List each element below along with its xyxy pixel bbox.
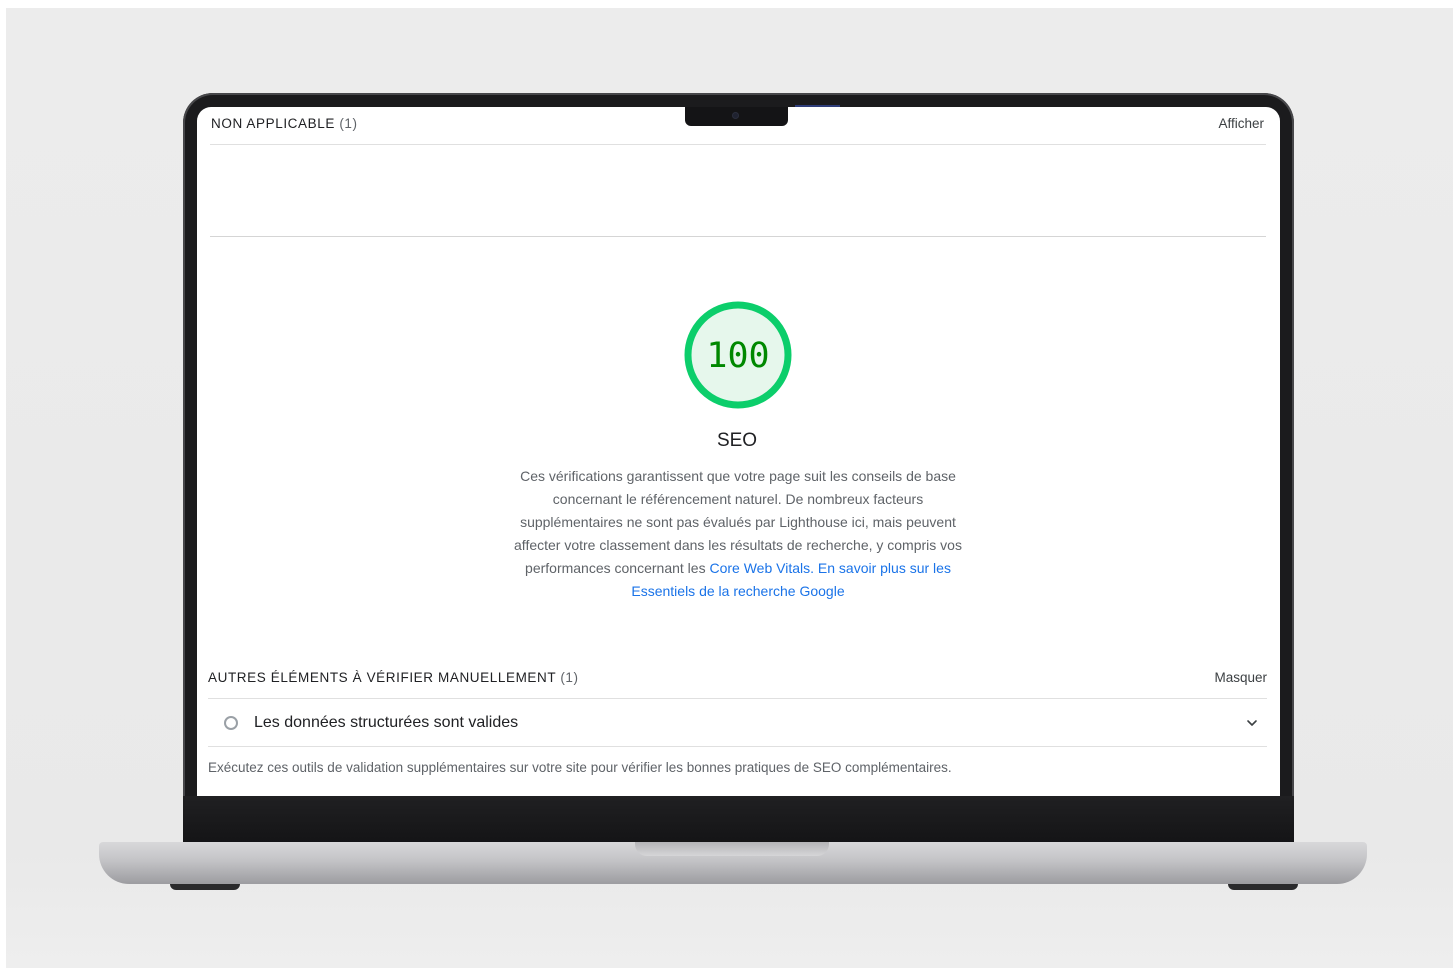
manual-checks-footnote: Exécutez ces outils de validation supplé…	[208, 760, 952, 775]
laptop-base-lip	[635, 842, 829, 856]
divider	[210, 144, 1266, 145]
divider	[208, 746, 1267, 747]
core-web-vitals-link[interactable]: Core Web Vitals	[709, 560, 810, 576]
score-value: 100	[706, 336, 770, 376]
show-non-applicable-button[interactable]: Afficher	[1218, 116, 1264, 131]
circle-outline-icon	[224, 716, 238, 730]
laptop-foot-right	[1228, 884, 1298, 890]
divider	[208, 698, 1267, 699]
audit-row-structured-data[interactable]: Les données structurées sont valides	[208, 700, 1267, 746]
non-applicable-group-title: NON APPLICABLE (1)	[211, 116, 358, 131]
audit-title: Les données structurées sont valides	[254, 714, 519, 731]
notch-reflection	[795, 105, 840, 107]
manual-checks-header: AUTRES ÉLÉMENTS À VÉRIFIER MANUELLEMENT …	[208, 670, 1267, 685]
category-title: SEO	[716, 430, 758, 451]
non-applicable-label: NON APPLICABLE	[211, 116, 335, 131]
link-separator: .	[810, 560, 818, 576]
camera-notch	[685, 107, 788, 126]
manual-checks-group-title: AUTRES ÉLÉMENTS À VÉRIFIER MANUELLEMENT …	[208, 670, 579, 685]
camera-icon	[732, 112, 739, 119]
hide-manual-checks-button[interactable]: Masquer	[1214, 670, 1267, 685]
laptop-bezel-bottom	[183, 796, 1294, 843]
manual-checks-count: (1)	[560, 670, 579, 685]
manual-checks-label: AUTRES ÉLÉMENTS À VÉRIFIER MANUELLEMENT	[208, 670, 556, 685]
laptop-foot-left	[170, 884, 240, 890]
category-description: Ces vérifications garantissent que votre…	[507, 465, 969, 603]
chevron-down-icon[interactable]	[1245, 716, 1259, 730]
non-applicable-count: (1)	[339, 116, 358, 131]
section-divider	[210, 236, 1266, 237]
